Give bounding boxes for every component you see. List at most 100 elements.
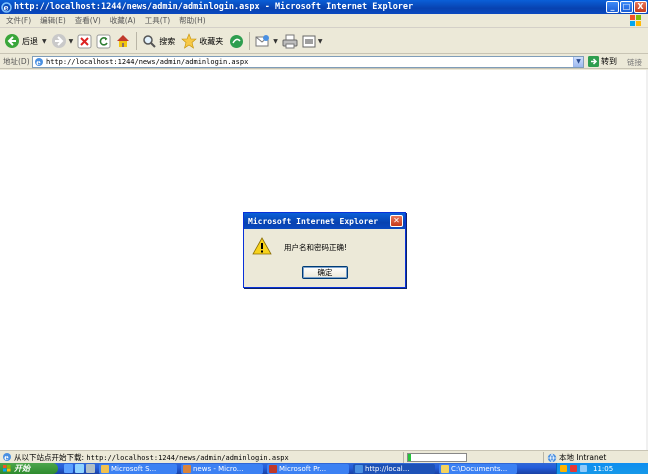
mail-button[interactable]: ▼ — [255, 34, 278, 48]
system-tray: 11:05 — [556, 463, 648, 474]
links-button[interactable]: 链接 — [627, 57, 642, 68]
edit-document-icon — [302, 35, 316, 47]
edit-button[interactable]: ▼ — [302, 35, 323, 48]
svg-text:e: e — [36, 58, 41, 67]
go-arrow-icon — [588, 56, 599, 67]
ie-icon: e — [1, 1, 12, 13]
dialog-title-bar[interactable]: Microsoft Internet Explorer — [244, 213, 405, 229]
menu-file[interactable]: 文件(F) — [6, 15, 31, 26]
security-zone: 本地 Intranet — [547, 452, 606, 463]
menu-bar: 文件(F) 编辑(E) 查看(V) 收藏(A) 工具(T) 帮助(H) — [0, 14, 648, 28]
menu-help[interactable]: 帮助(H) — [179, 15, 206, 26]
refresh-icon — [96, 34, 111, 48]
status-divider — [543, 452, 544, 463]
task-app-icon — [441, 464, 449, 473]
favorites-button[interactable]: 收藏夹 — [181, 33, 225, 49]
address-label: 地址(D) — [3, 57, 30, 66]
go-button[interactable]: 转到 — [588, 56, 617, 67]
quick-launch — [64, 464, 95, 473]
toolbar: 后退 ▼ ▼ 搜索 收藏夹 ▼ ▼ — [0, 29, 648, 54]
mail-dropdown-icon[interactable]: ▼ — [273, 38, 278, 45]
quick-launch-media-icon[interactable] — [86, 464, 95, 473]
task-app-icon — [101, 464, 109, 473]
task-label: C:\Documents... — [451, 464, 508, 473]
task-app-icon — [269, 464, 277, 473]
back-button[interactable]: 后退 ▼ — [4, 33, 47, 49]
alert-dialog: Microsoft Internet Explorer ✕ 用户名和密码正确! … — [243, 212, 406, 288]
status-message-url: http://localhost:1244/news/admin/adminlo… — [86, 453, 289, 462]
media-button[interactable] — [229, 34, 244, 49]
quick-launch-ie-icon[interactable] — [64, 464, 73, 473]
status-message: 从以下站点开始下载: http://localhost:1244/news/ad… — [14, 452, 289, 463]
stop-button[interactable] — [77, 34, 92, 49]
taskbar-item[interactable]: Microsoft Pr... — [267, 463, 349, 474]
print-button[interactable] — [282, 34, 298, 49]
print-icon — [282, 34, 298, 48]
forward-button[interactable]: ▼ — [51, 33, 74, 49]
ok-button[interactable]: 确定 — [302, 266, 348, 279]
back-dropdown-icon[interactable]: ▼ — [42, 38, 47, 45]
go-label: 转到 — [601, 57, 617, 66]
taskbar-item[interactable]: Microsoft S... — [99, 463, 177, 474]
start-label: 开始 — [14, 464, 30, 473]
clock[interactable]: 11:05 — [593, 465, 613, 473]
taskbar-item[interactable]: news - Micro... — [181, 463, 263, 474]
maximize-button[interactable]: □ — [620, 1, 633, 13]
mail-icon — [255, 35, 270, 47]
address-bar: 地址(D) e http://localhost:1244/news/admin… — [0, 55, 648, 69]
start-button[interactable]: 开始 — [0, 463, 58, 474]
address-input[interactable]: e http://localhost:1244/news/admin/admin… — [32, 56, 584, 68]
close-button[interactable]: X — [634, 1, 647, 13]
menu-tools[interactable]: 工具(T) — [145, 15, 170, 26]
search-button[interactable]: 搜索 — [142, 34, 177, 49]
search-label: 搜索 — [159, 36, 176, 46]
back-arrow-icon — [5, 34, 19, 48]
taskbar: 开始 Microsoft S... news - Micro... Micros… — [0, 463, 648, 474]
dialog-close-button[interactable]: ✕ — [390, 215, 403, 227]
stop-icon — [77, 34, 92, 48]
back-label: 后退 — [22, 36, 38, 46]
tray-antivirus-icon[interactable] — [570, 465, 577, 472]
status-divider — [403, 452, 404, 463]
windows-flag-icon — [3, 465, 11, 472]
task-label: Microsoft S... — [111, 464, 157, 473]
status-bar: e 从以下站点开始下载: http://localhost:1244/news/… — [0, 450, 648, 463]
taskbar-item[interactable]: C:\Documents... — [439, 463, 517, 474]
intranet-globe-icon — [547, 453, 557, 463]
forward-arrow-icon — [51, 34, 66, 48]
menu-edit[interactable]: 编辑(E) — [40, 15, 66, 26]
window-title: http://localhost:1244/news/admin/adminlo… — [14, 2, 414, 12]
address-dropdown-icon[interactable]: ▼ — [573, 57, 583, 67]
status-message-prefix: 从以下站点开始下载: — [14, 452, 85, 462]
forward-dropdown-icon[interactable]: ▼ — [69, 38, 74, 45]
media-icon — [230, 34, 244, 48]
task-app-icon — [355, 464, 363, 473]
menu-favorites[interactable]: 收藏(A) — [110, 15, 136, 26]
search-icon — [143, 34, 156, 48]
favorites-star-icon — [181, 33, 198, 49]
menu-view[interactable]: 查看(V) — [75, 15, 101, 26]
status-page-icon: e — [3, 453, 11, 462]
tray-network-icon[interactable] — [560, 465, 567, 472]
task-label: news - Micro... — [193, 464, 244, 473]
tray-volume-icon[interactable] — [580, 465, 587, 472]
toolbar-separator — [249, 32, 251, 50]
progress-fill — [408, 454, 411, 461]
home-icon — [117, 35, 130, 47]
taskbar-item[interactable]: http://local... — [353, 463, 435, 474]
window-title-bar[interactable]: e http://localhost:1244/news/admin/admin… — [0, 0, 648, 14]
dialog-title: Microsoft Internet Explorer — [248, 216, 379, 226]
minimize-button[interactable]: _ — [606, 1, 619, 13]
home-button[interactable] — [115, 33, 131, 49]
svg-text:e: e — [4, 453, 9, 462]
quick-launch-desktop-icon[interactable] — [75, 464, 84, 473]
task-label: Microsoft Pr... — [279, 464, 327, 473]
refresh-button[interactable] — [96, 34, 111, 49]
toolbar-separator — [136, 32, 138, 50]
zone-label: 本地 Intranet — [559, 453, 607, 462]
warning-icon — [252, 237, 272, 255]
address-url: http://localhost:1244/news/admin/adminlo… — [46, 58, 249, 66]
windows-logo-icon — [630, 15, 641, 26]
task-label: http://local... — [365, 464, 410, 473]
edit-dropdown-icon[interactable]: ▼ — [318, 38, 323, 45]
